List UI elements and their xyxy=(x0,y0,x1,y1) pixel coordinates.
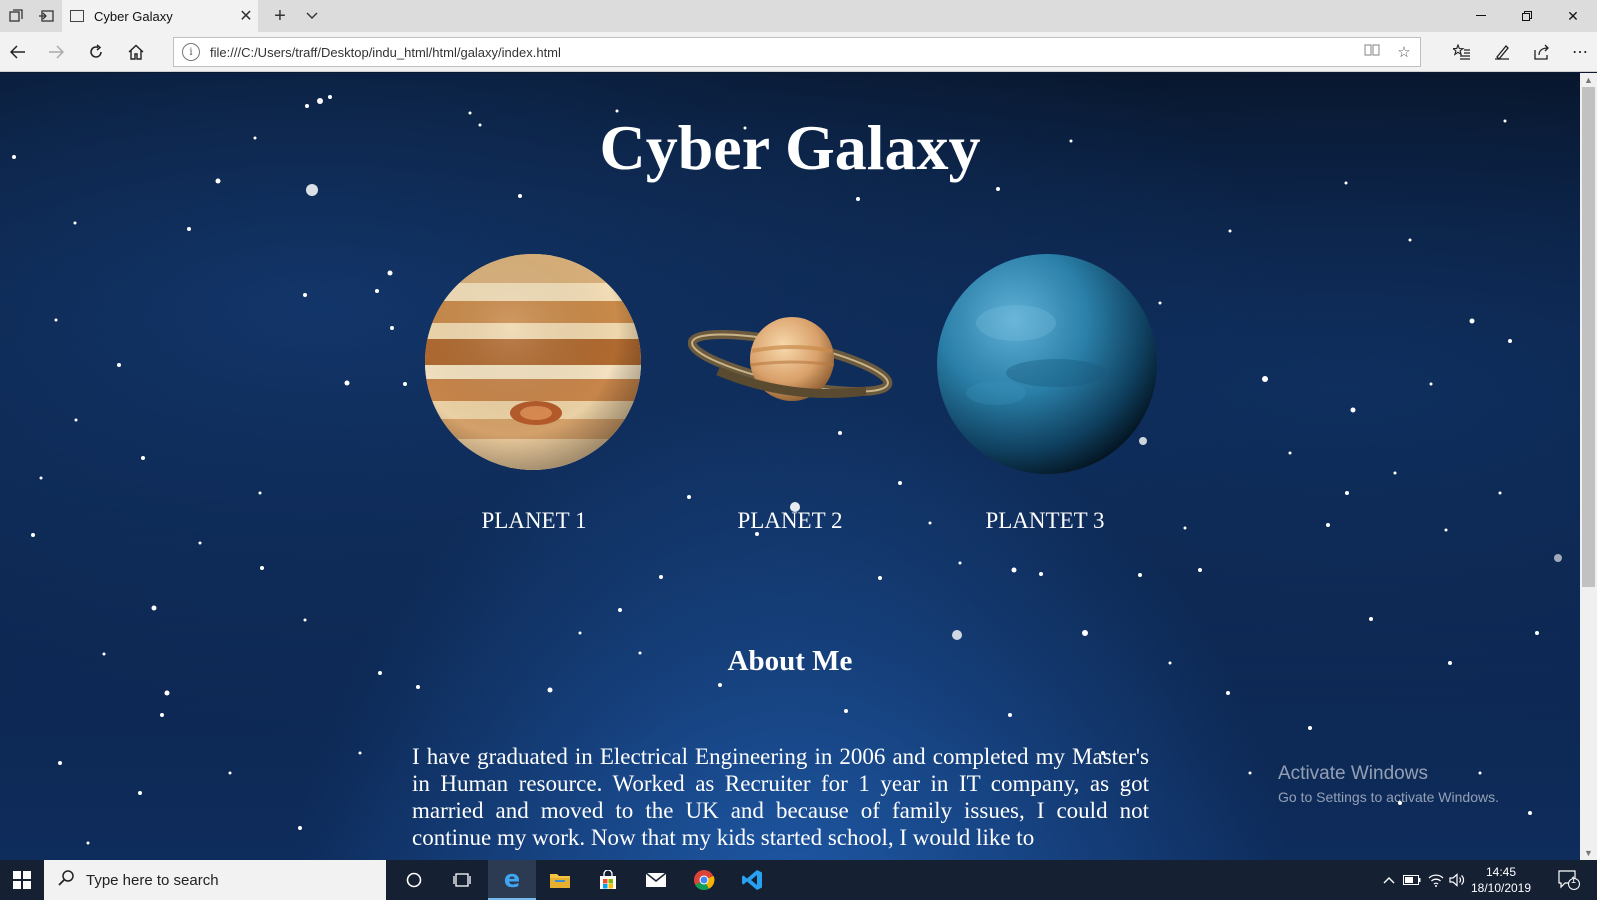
page-scrollbar[interactable]: ▲ ▼ xyxy=(1580,73,1597,860)
starfield-background xyxy=(12,95,1562,845)
tab-bar: Cyber Galaxy ✕ + ✕ xyxy=(0,0,1597,32)
close-tab-icon[interactable]: ✕ xyxy=(234,6,258,26)
clock-date: 18/10/2019 xyxy=(1470,881,1532,895)
new-tab-icon[interactable]: + xyxy=(264,0,296,32)
favorite-star-icon[interactable]: ☆ xyxy=(1388,43,1420,61)
navigation-bar: i file:///C:/Users/traff/Desktop/indu_ht… xyxy=(0,32,1597,72)
chrome-icon[interactable] xyxy=(680,860,728,900)
forward-arrow-icon[interactable] xyxy=(40,36,72,68)
planet-3-label: PLANTET 3 xyxy=(985,508,1105,533)
scroll-down-icon[interactable]: ▼ xyxy=(1580,846,1597,860)
address-bar[interactable]: i file:///C:/Users/traff/Desktop/indu_ht… xyxy=(173,37,1421,67)
activate-windows-watermark: Activate Windows Go to Settings to activ… xyxy=(1278,763,1499,805)
taskbar-search-box[interactable]: Type here to search xyxy=(44,860,386,900)
volume-icon[interactable] xyxy=(1446,860,1468,900)
planet-3-image xyxy=(937,254,1157,474)
notification-count: 1 xyxy=(1571,875,1577,885)
activate-subtitle: Go to Settings to activate Windows. xyxy=(1278,789,1499,805)
reading-view-icon[interactable] xyxy=(1356,43,1388,61)
tab-title: Cyber Galaxy xyxy=(94,8,173,24)
browser-tab[interactable]: Cyber Galaxy ✕ xyxy=(62,0,258,32)
search-icon xyxy=(58,869,74,891)
taskbar: Type here to search e 14:45 18/10/2019 1 xyxy=(0,860,1597,900)
favorites-hub-icon[interactable] xyxy=(1446,36,1478,68)
close-window-icon[interactable]: ✕ xyxy=(1550,0,1596,32)
scroll-thumb[interactable] xyxy=(1582,87,1595,587)
cortana-icon[interactable] xyxy=(390,860,438,900)
scroll-up-icon[interactable]: ▲ xyxy=(1580,73,1597,87)
refresh-icon[interactable] xyxy=(80,36,112,68)
mail-icon[interactable] xyxy=(632,860,680,900)
set-tabs-aside-icon[interactable] xyxy=(30,0,62,32)
edge-browser-icon[interactable]: e xyxy=(488,860,536,900)
task-view-icon[interactable] xyxy=(438,860,486,900)
info-icon[interactable]: i xyxy=(182,43,200,61)
url-text[interactable]: file:///C:/Users/traff/Desktop/indu_html… xyxy=(210,45,1356,60)
page-title: Cyber Galaxy xyxy=(599,112,981,183)
store-icon[interactable] xyxy=(584,860,632,900)
planet-1-label: PLANET 1 xyxy=(481,508,587,533)
activate-title: Activate Windows xyxy=(1278,763,1428,784)
show-hidden-icons-chevron[interactable] xyxy=(1378,860,1400,900)
wifi-icon[interactable] xyxy=(1424,860,1448,900)
search-placeholder: Type here to search xyxy=(86,871,219,889)
planet-2-image xyxy=(688,317,893,401)
back-arrow-icon[interactable] xyxy=(2,36,34,68)
page-viewport: Cyber Galaxy PLANET 1 PLANET 2 PLANTET 3… xyxy=(0,73,1580,860)
about-heading: About Me xyxy=(727,645,853,677)
system-clock[interactable]: 14:45 18/10/2019 xyxy=(1466,864,1536,896)
more-menu-icon[interactable]: ⋯ xyxy=(1564,36,1596,68)
windows-start-icon[interactable] xyxy=(0,860,44,900)
minimize-icon[interactable] xyxy=(1458,0,1504,32)
planet-1-image xyxy=(425,254,641,470)
page-icon xyxy=(70,10,84,22)
planet-2-label: PLANET 2 xyxy=(737,508,843,533)
battery-icon[interactable] xyxy=(1400,860,1424,900)
about-paragraph: I have graduated in Electrical Engineeri… xyxy=(412,744,1149,850)
action-center-notification-icon[interactable]: 1 xyxy=(1552,860,1586,900)
share-icon[interactable] xyxy=(1526,36,1558,68)
home-icon[interactable] xyxy=(120,36,152,68)
file-explorer-icon[interactable] xyxy=(536,860,584,900)
restore-icon[interactable] xyxy=(1504,0,1550,32)
tab-preview-chevron-icon[interactable] xyxy=(296,0,328,32)
vscode-icon[interactable] xyxy=(728,860,776,900)
clock-time: 14:45 xyxy=(1485,865,1517,879)
tab-actions-icon[interactable] xyxy=(0,0,32,32)
web-note-pen-icon[interactable] xyxy=(1486,36,1518,68)
